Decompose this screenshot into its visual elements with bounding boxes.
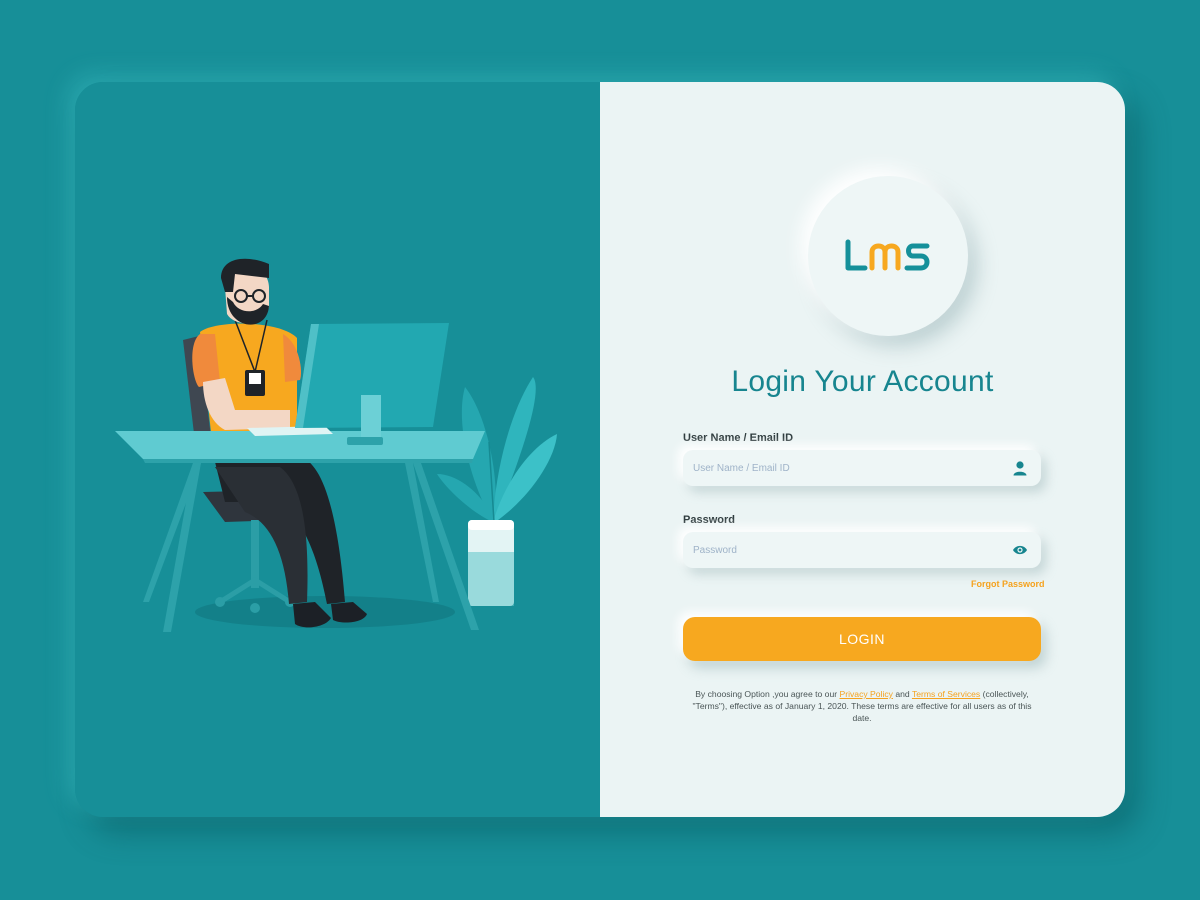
username-label: User Name / Email ID [683,432,794,444]
terms-and: and [895,689,910,699]
terms-notice: By choosing Option ,you agree to our Pri… [683,688,1041,724]
username-field[interactable] [683,450,1041,486]
terms-prefix: By choosing Option ,you agree to our [695,689,838,699]
username-input[interactable] [693,462,1011,474]
terms-of-services-link[interactable]: Terms of Services [912,689,980,699]
person-at-desk-illustration [115,258,557,632]
user-icon [1011,459,1029,477]
logo-badge [808,176,968,336]
login-card: Login Your Account User Name / Email ID … [75,82,1125,817]
illustration-panel [75,82,600,817]
password-label: Password [683,514,735,526]
privacy-policy-link[interactable]: Privacy Policy [839,689,892,699]
forgot-password-link[interactable]: Forgot Password [971,579,1045,589]
monitor-illustration [295,323,449,445]
password-field[interactable] [683,532,1041,568]
login-button[interactable]: LOGIN [683,617,1041,661]
password-input[interactable] [693,544,1011,556]
lms-logo [845,239,930,271]
page-title: Login Your Account [731,365,994,398]
eye-icon[interactable] [1011,541,1029,559]
login-panel: Login Your Account User Name / Email ID … [600,82,1125,817]
